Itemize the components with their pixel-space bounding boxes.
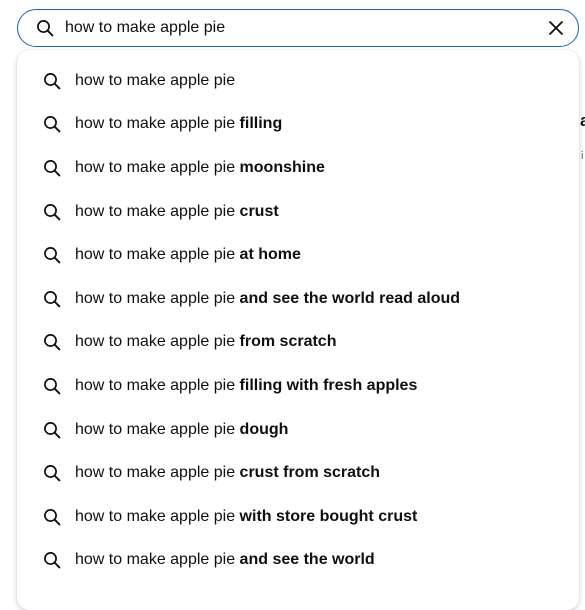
suggestion-completion: dough [235,420,289,438]
suggestion-query-prefix: how to make apple pie [75,464,236,482]
suggestion-item[interactable]: how to make apple pie with store bought … [17,495,579,539]
search-icon [42,245,62,265]
suggestion-item[interactable]: how to make apple pie from scratch [17,321,579,365]
suggestion-completion: filling with fresh apples [235,376,418,394]
search-icon [42,463,62,483]
suggestion-completion: crust [235,202,279,220]
suggestion-item[interactable]: how to make apple pie at home [17,233,579,277]
suggestion-text: how to make apple pie dough [75,421,288,439]
suggestion-query-prefix: how to make apple pie [75,158,236,176]
search-input[interactable] [65,16,544,40]
suggestion-text: how to make apple pie filling with fresh… [75,377,417,395]
suggestion-text: how to make apple pie and see the world … [75,290,460,308]
suggestion-completion: and see the world [235,551,375,569]
suggestion-query-prefix: how to make apple pie [75,289,236,307]
suggestion-query-prefix: how to make apple pie [75,376,236,394]
suggestion-completion: at home [235,246,301,264]
background-title-fragment: a [580,111,585,129]
search-icon [42,158,62,178]
suggestion-item[interactable]: how to make apple pie and see the world … [17,277,579,321]
suggestion-completion: from scratch [235,333,337,351]
suggestion-query-prefix: how to make apple pie [75,551,236,569]
suggestion-completion: crust from scratch [235,464,381,482]
suggestion-completion: filling [235,115,283,133]
suggestion-item[interactable]: how to make apple pie [17,59,579,103]
search-icon [42,71,62,91]
suggestion-completion: moonshine [235,158,325,176]
suggestion-text: how to make apple pie [75,72,235,90]
suggestion-text: how to make apple pie and see the world [75,551,375,569]
suggestion-query-prefix: how to make apple pie [75,246,236,264]
suggestion-text: how to make apple pie filling [75,115,282,133]
search-suggestions-dropdown: how to make apple pie how to make apple … [17,50,579,610]
search-icon [35,18,55,38]
suggestion-query-prefix: how to make apple pie [75,71,236,89]
clear-search-button[interactable] [544,16,568,40]
suggestion-item[interactable]: how to make apple pie crust [17,190,579,234]
suggestion-item[interactable]: how to make apple pie dough [17,408,579,452]
suggestion-text: how to make apple pie crust from scratch [75,464,380,482]
suggestion-item[interactable]: how to make apple pie filling with fresh… [17,364,579,408]
suggestion-completion: with store bought crust [235,507,418,525]
suggestion-text: how to make apple pie with store bought … [75,508,417,526]
suggestion-text: how to make apple pie at home [75,246,301,264]
suggestion-item[interactable]: how to make apple pie crust from scratch [17,451,579,495]
search-icon [42,289,62,309]
suggestion-text: how to make apple pie moonshine [75,159,325,177]
suggestion-completion: and see the world read aloud [235,289,461,307]
search-icon [42,550,62,570]
search-icon [42,420,62,440]
search-icon [42,507,62,527]
background-meta-fragment: i [581,150,584,162]
suggestion-query-prefix: how to make apple pie [75,507,236,525]
search-bar[interactable] [17,9,579,47]
suggestion-query-prefix: how to make apple pie [75,420,236,438]
suggestion-item[interactable]: how to make apple pie and see the world [17,539,579,583]
suggestion-text: how to make apple pie crust [75,203,279,221]
close-icon [549,21,563,35]
suggestion-query-prefix: how to make apple pie [75,202,236,220]
suggestion-item[interactable]: how to make apple pie moonshine [17,146,579,190]
suggestion-query-prefix: how to make apple pie [75,333,236,351]
suggestion-text: how to make apple pie from scratch [75,333,336,351]
search-icon [42,332,62,352]
search-icon [42,202,62,222]
suggestion-query-prefix: how to make apple pie [75,115,236,133]
suggestion-item[interactable]: how to make apple pie filling [17,103,579,147]
search-icon [42,114,62,134]
search-icon [42,376,62,396]
